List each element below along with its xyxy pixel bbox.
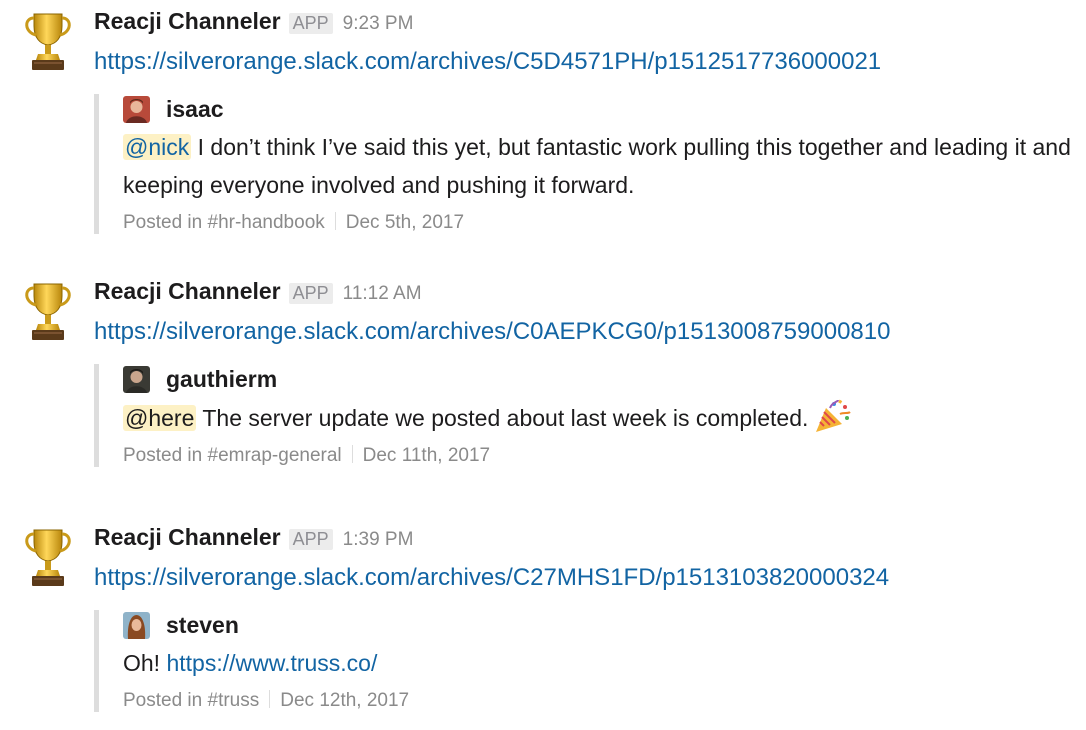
- post-date[interactable]: Dec 11th, 2017: [363, 445, 490, 466]
- post-date[interactable]: Dec 5th, 2017: [346, 212, 464, 233]
- message-header: Reacji Channeler APP 9:23 PM: [94, 8, 413, 35]
- timestamp[interactable]: 9:23 PM: [343, 13, 414, 35]
- quoted-message: gauthierm @here The server update we pos…: [94, 364, 1083, 467]
- quote-body: Oh!: [123, 650, 167, 676]
- avatar[interactable]: [123, 611, 150, 639]
- trophy-icon[interactable]: [20, 10, 76, 72]
- here-mention[interactable]: @here: [123, 405, 197, 431]
- sender-name[interactable]: Reacji Channeler: [94, 278, 281, 305]
- posted-in-channel[interactable]: Posted in #truss: [123, 690, 259, 711]
- message-header: Reacji Channeler APP 1:39 PM: [94, 524, 413, 551]
- avatar[interactable]: [123, 95, 150, 123]
- quote-text: @nick I don’t think I’ve said this yet, …: [123, 128, 1083, 204]
- quote-text: @here The server update we posted about …: [123, 398, 1083, 437]
- message-header: Reacji Channeler APP 11:12 AM: [94, 278, 422, 305]
- archive-link[interactable]: https://silverorange.slack.com/archives/…: [94, 318, 890, 346]
- timestamp[interactable]: 1:39 PM: [343, 529, 414, 551]
- sender-name[interactable]: Reacji Channeler: [94, 8, 281, 35]
- archive-link[interactable]: https://silverorange.slack.com/archives/…: [94, 48, 881, 76]
- quote-author[interactable]: gauthierm: [166, 366, 277, 393]
- app-badge: APP: [288, 283, 333, 304]
- truss-link[interactable]: https://www.truss.co/: [166, 650, 377, 676]
- quote-text: Oh! https://www.truss.co/: [123, 644, 1083, 682]
- divider: [351, 445, 353, 463]
- app-badge: APP: [288, 529, 333, 550]
- app-badge: APP: [288, 13, 333, 34]
- quote-footer: Posted in #emrap-general Dec 11th, 2017: [123, 445, 1083, 467]
- posted-in-channel[interactable]: Posted in #emrap-general: [123, 445, 342, 466]
- quote-author[interactable]: isaac: [166, 96, 224, 123]
- quote-footer: Posted in #hr-handbook Dec 5th, 2017: [123, 212, 1083, 234]
- divider: [269, 690, 271, 708]
- timestamp[interactable]: 11:12 AM: [343, 283, 422, 305]
- trophy-icon[interactable]: [20, 526, 76, 588]
- quote-footer: Posted in #truss Dec 12th, 2017: [123, 690, 1083, 712]
- trophy-icon[interactable]: [20, 280, 76, 342]
- quote-body: I don’t think I’ve said this yet, but fa…: [123, 134, 1071, 198]
- avatar[interactable]: [123, 365, 150, 393]
- quote-author[interactable]: steven: [166, 612, 239, 639]
- archive-link[interactable]: https://silverorange.slack.com/archives/…: [94, 564, 889, 592]
- user-mention[interactable]: @nick: [123, 134, 192, 160]
- post-date[interactable]: Dec 12th, 2017: [280, 690, 409, 711]
- quote-body: The server update we posted about last w…: [196, 405, 809, 431]
- divider: [334, 212, 336, 230]
- sender-name[interactable]: Reacji Channeler: [94, 524, 281, 551]
- tada-icon: [816, 399, 852, 432]
- posted-in-channel[interactable]: Posted in #hr-handbook: [123, 212, 325, 233]
- quoted-message: isaac @nick I don’t think I’ve said this…: [94, 94, 1083, 234]
- quoted-message: steven Oh! https://www.truss.co/ Posted …: [94, 610, 1083, 712]
